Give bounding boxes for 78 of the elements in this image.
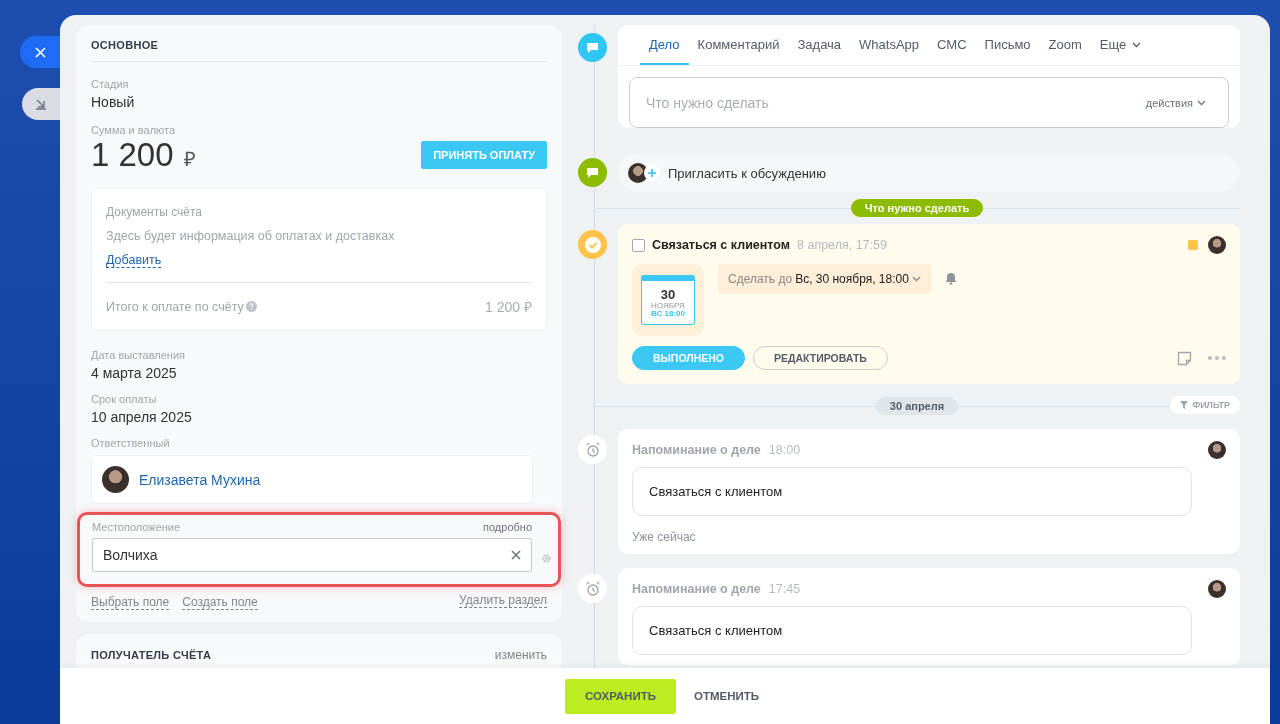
documents-title: Документы счёта [106, 205, 204, 219]
avatar [1208, 580, 1226, 598]
note-icon[interactable] [1177, 350, 1192, 366]
person-link[interactable]: Елизавета Мухина [139, 471, 261, 488]
section-badge: Что нужно сделать [850, 199, 984, 217]
calendar-page: 30 НОЯБРЯ ВС 18:00 [641, 275, 695, 325]
tab[interactable]: Комментарий [688, 25, 789, 65]
field-value: 4 марта 2025 [91, 365, 178, 381]
field-value: Новый [91, 94, 136, 110]
check-icon [583, 235, 602, 254]
chevron-down-icon [911, 276, 921, 282]
avatar [1208, 441, 1226, 459]
details-link[interactable]: подробно [483, 521, 532, 533]
deadline-dropdown[interactable]: Сделать до Вс, 30 ноября, 18:00 [718, 264, 931, 294]
reminder-title: Напоминание о деле [632, 582, 761, 596]
total-value: 1 200 ₽ [485, 298, 532, 316]
tab[interactable]: Еще [1090, 25, 1151, 65]
bell-icon[interactable] [944, 272, 957, 285]
add-link[interactable]: Добавить [106, 253, 162, 268]
reminder-title: Напоминание о деле [632, 443, 761, 457]
filter-icon [1180, 401, 1189, 409]
field-label: Сумма и валюта [91, 124, 177, 136]
tab[interactable]: Задача [788, 25, 851, 65]
clear-icon[interactable] [511, 550, 521, 560]
total-label: Итого к оплате по счёту [106, 299, 244, 314]
section-title: ОСНОВНОЕ [91, 39, 160, 51]
arrow-down-right-icon [35, 98, 47, 110]
avatar [102, 466, 129, 493]
tab[interactable]: СМС [928, 25, 976, 65]
field-label: Стадия [91, 78, 130, 90]
more-icon[interactable] [1208, 356, 1226, 360]
avatar [628, 163, 648, 183]
delete-section-link[interactable]: Удалить раздел [459, 593, 547, 608]
minimize-button[interactable] [22, 88, 60, 120]
field-label: Ответственный [91, 437, 171, 449]
reminder-time: 18:00 [768, 443, 801, 457]
close-icon [34, 46, 46, 58]
avatar [1208, 236, 1226, 254]
field-label: Местоположение [92, 521, 181, 533]
actions-dropdown[interactable]: действия [1139, 95, 1212, 110]
alarm-clock-icon [584, 441, 601, 458]
cancel-button[interactable]: ОТМЕНИТЬ [687, 689, 766, 703]
close-button[interactable] [20, 36, 60, 68]
settings-icon[interactable] [541, 553, 552, 564]
tab[interactable]: Дело [640, 25, 689, 65]
currency-sign: ₽ [183, 147, 196, 172]
save-button[interactable]: СОХРАНИТЬ [564, 678, 676, 714]
todo-field[interactable]: Что нужно сделать действия [629, 77, 1229, 128]
change-link[interactable]: изменить [494, 648, 547, 662]
amount-value: 1 200 [91, 136, 174, 174]
documents-info: Здесь будет информация об оплатах и доставках [106, 229, 396, 243]
location-field[interactable]: Волчиха [92, 538, 532, 572]
activity-title: Связаться с клиентом [652, 238, 790, 252]
invite-bar[interactable]: Пригласить к обсуждению [618, 154, 1240, 192]
field-label: Срок оплаты [91, 393, 158, 405]
field-value: 10 апреля 2025 [91, 409, 193, 425]
field-label: Дата выставления [91, 349, 186, 361]
checkbox[interactable] [632, 238, 645, 252]
help-icon [245, 301, 257, 312]
chat-icon [586, 41, 599, 54]
alarm-clock-icon [584, 580, 601, 597]
chevron-down-icon [1132, 41, 1142, 48]
field-action-link[interactable]: Создать поле [182, 595, 258, 610]
date-badge: 30 апреля [875, 397, 959, 415]
reminder-note: Уже сейчас [632, 530, 697, 544]
tab[interactable]: Письмо [975, 25, 1040, 65]
section-title: ПОЛУЧАТЕЛЬ СЧЁТА [91, 649, 212, 661]
activity-time: 8 апреля, 17:59 [797, 238, 887, 252]
field-action-link[interactable]: Выбрать поле [91, 595, 170, 610]
tab[interactable]: WhatsApp [850, 25, 929, 65]
reminder-time: 17:45 [768, 582, 801, 596]
reminder-text: Связаться с клиентом [632, 467, 1192, 516]
invite-text: Пригласить к обсуждению [668, 165, 826, 181]
plus-icon [644, 165, 660, 181]
chevron-down-icon [1197, 99, 1206, 106]
chat-icon [586, 166, 599, 179]
tab[interactable]: Zoom [1039, 25, 1091, 65]
reminder-text: Связаться с клиентом [632, 606, 1192, 655]
